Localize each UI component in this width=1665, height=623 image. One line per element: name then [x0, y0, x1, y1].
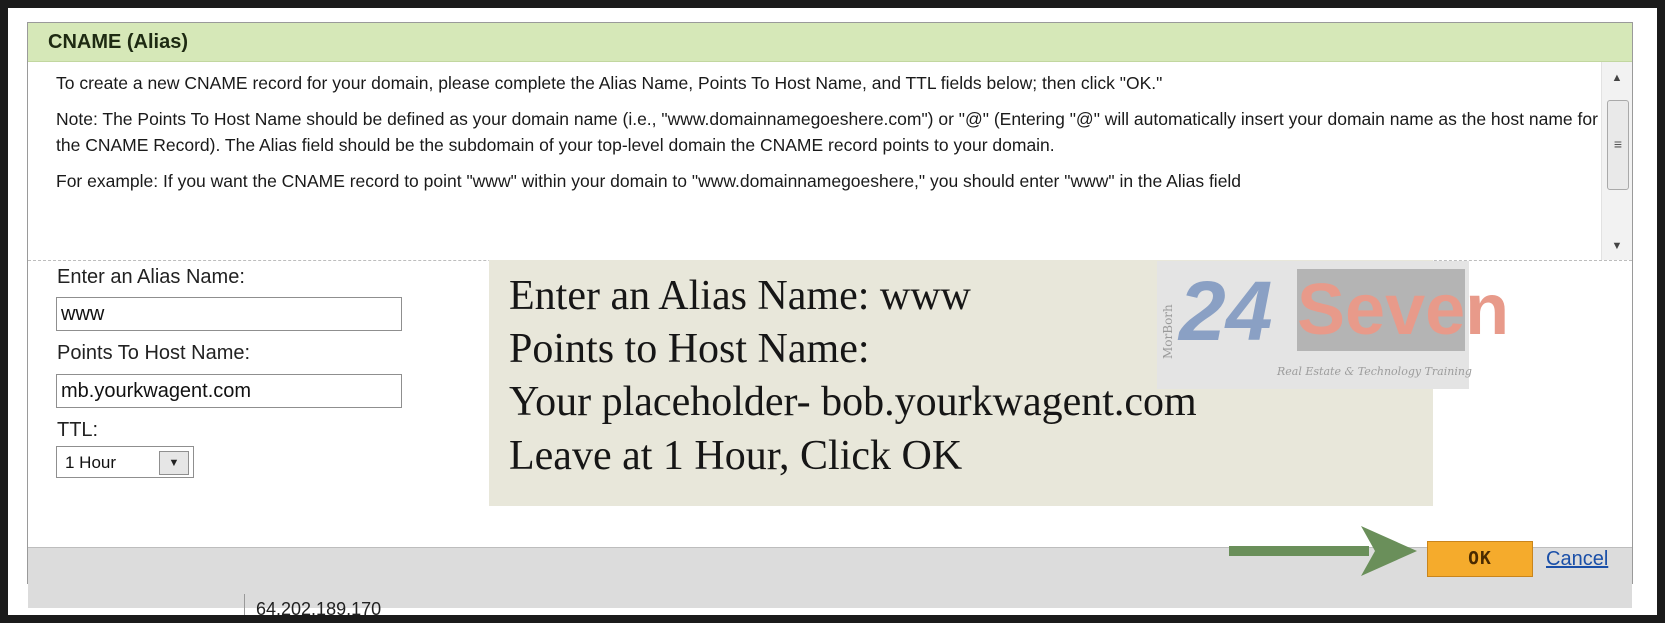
scroll-thumb[interactable]: ≡: [1607, 100, 1629, 190]
host-input[interactable]: [56, 374, 402, 408]
divider: [244, 594, 245, 615]
logo-side-text: MorBorh: [1161, 304, 1175, 359]
logo-tagline: Real Estate & Technology Training: [1277, 365, 1472, 378]
alias-input[interactable]: [56, 297, 402, 331]
scroll-up-icon[interactable]: ▲: [1602, 66, 1632, 90]
ttl-selected-value: 1 Hour: [65, 453, 117, 472]
dialog-title: CNAME (Alias): [28, 23, 1632, 62]
instructions-text: To create a new CNAME record for your do…: [56, 62, 1626, 204]
instructions-panel[interactable]: To create a new CNAME record for your do…: [28, 62, 1632, 261]
instruction-paragraph: To create a new CNAME record for your do…: [56, 73, 1163, 93]
chevron-down-icon[interactable]: ▼: [159, 451, 189, 475]
logo-number: 24: [1179, 264, 1273, 358]
ttl-select[interactable]: 1 Hour ▼: [56, 446, 194, 478]
background-ip-value: 64.202.189.170: [256, 599, 382, 615]
ttl-label: TTL:: [57, 419, 99, 441]
instructions-scrollbar[interactable]: ▲ ≡ ▼: [1601, 62, 1632, 260]
instruction-paragraph: Note: The Points To Host Name should be …: [56, 109, 1598, 155]
overlay-line: Your placeholder- bob.yourkwagent.com: [509, 379, 1197, 425]
host-label: Points To Host Name:: [57, 342, 251, 364]
ok-button[interactable]: OK: [1427, 541, 1533, 577]
overlay-line: Points to Host Name:: [509, 326, 870, 372]
screenshot-frame: CNAME (Alias) To create a new CNAME reco…: [8, 8, 1657, 615]
scroll-down-icon[interactable]: ▼: [1602, 234, 1632, 258]
instruction-paragraph: For example: If you want the CNAME recor…: [56, 171, 1242, 191]
arrow-right-icon: [1229, 526, 1417, 576]
cancel-link[interactable]: Cancel: [1546, 548, 1608, 571]
overlay-line: Enter an Alias Name: www: [509, 273, 971, 319]
overlay-line: Leave at 1 Hour, Click OK: [509, 433, 963, 479]
logo-word: Seven: [1297, 269, 1510, 351]
alias-label: Enter an Alias Name:: [57, 266, 245, 288]
logo: MorBorh 24 Seven Real Estate & Technolog…: [1157, 261, 1510, 389]
